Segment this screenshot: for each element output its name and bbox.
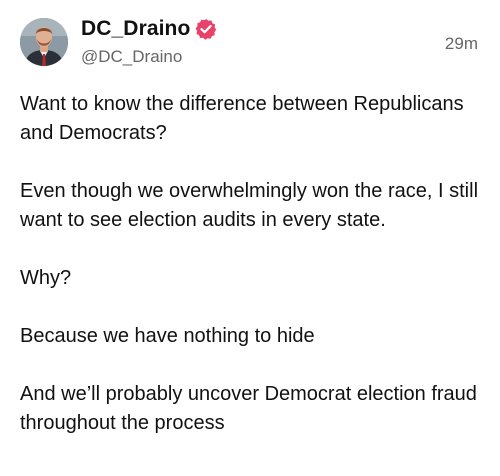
- post-paragraph: And we’ll probably uncover Democrat elec…: [20, 383, 477, 434]
- author-handle[interactable]: @DC_Draino: [81, 47, 217, 67]
- post-paragraph: Why?: [20, 267, 72, 289]
- post-paragraph: Even though we overwhelmingly won the ra…: [20, 180, 479, 231]
- post-card: DC_Draino @DC_Draino 29m Want to know th…: [0, 0, 500, 476]
- verified-badge-icon: [195, 18, 217, 40]
- post-paragraph: Want to know the difference between Repu…: [20, 93, 464, 144]
- profile-photo-icon: [20, 18, 68, 66]
- avatar[interactable]: [20, 18, 68, 66]
- post-timestamp[interactable]: 29m: [445, 34, 478, 54]
- display-name[interactable]: DC_Draino: [81, 17, 190, 41]
- post-body: Want to know the difference between Repu…: [20, 90, 490, 438]
- author-block: DC_Draino @DC_Draino: [81, 14, 217, 67]
- post-header: DC_Draino @DC_Draino 29m: [20, 14, 480, 70]
- post-paragraph: Because we have nothing to hide: [20, 325, 315, 347]
- display-name-row: DC_Draino: [81, 14, 217, 44]
